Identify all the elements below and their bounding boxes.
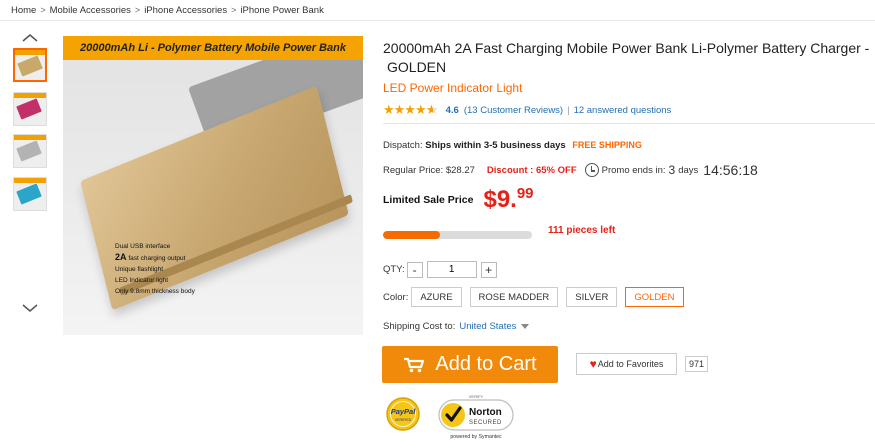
- svg-text:Norton: Norton: [469, 407, 502, 418]
- free-shipping-badge: FREE SHIPPING: [572, 140, 642, 150]
- breadcrumb-iphone-power-bank[interactable]: iPhone Power Bank: [240, 5, 323, 16]
- paypal-verified-badge: PayPal VERIFIED: [386, 397, 420, 431]
- color-label: Color:: [383, 291, 409, 303]
- stock-progress-bar: [383, 231, 532, 239]
- thumbnail-scroll-down-button[interactable]: [10, 300, 50, 316]
- promo-days-label: days: [678, 164, 699, 176]
- caret-down-icon[interactable]: [521, 324, 530, 329]
- product-title: 20000mAh 2A Fast Charging Mobile Power B…: [383, 39, 875, 77]
- regular-price: Regular Price: $28.27: [383, 164, 475, 176]
- dispatch-value: Ships within 3-5 business days: [425, 140, 566, 151]
- product-title-line2: GOLDEN: [387, 59, 447, 75]
- price-row: Regular Price: $28.27 Discount : 65% OFF…: [383, 162, 758, 178]
- quantity-row: QTY: - +: [383, 261, 497, 278]
- image-feature-list: Dual USB interface 2A fast charging outp…: [115, 241, 195, 297]
- breadcrumb-iphone-accessories[interactable]: iPhone Accessories: [144, 5, 227, 16]
- promo-timer: 14:56:18: [703, 162, 758, 178]
- image-feature: Dual USB interface: [115, 243, 171, 250]
- main-product-image[interactable]: 20000mAh Li - Polymer Battery Mobile Pow…: [63, 36, 363, 335]
- heart-icon: ♥: [589, 357, 597, 371]
- thumbnail-golden[interactable]: [13, 48, 47, 82]
- sale-price: $9.99: [483, 185, 534, 213]
- image-feature: Unique flashlight: [115, 266, 164, 273]
- rating-row: ★★★★★★ 4.6 (13 Customer Reviews) | 12 an…: [383, 102, 671, 118]
- color-option-rose-madder[interactable]: ROSE MADDER: [469, 287, 559, 307]
- breadcrumb: Home > Mobile Accessories > iPhone Accessori…: [11, 5, 324, 16]
- sale-price-row: Limited Sale Price $9.99: [383, 185, 534, 214]
- color-selector: Color: AZURE ROSE MADDER SILVER GOLDEN: [383, 287, 692, 307]
- promo-label: Promo ends in:: [601, 164, 666, 176]
- svg-text:powered by Symantec: powered by Symantec: [450, 434, 502, 440]
- section-divider: [383, 123, 875, 124]
- breadcrumb-separator: >: [231, 5, 237, 15]
- breadcrumb-separator: >: [134, 5, 141, 15]
- quantity-decrease-button[interactable]: -: [406, 261, 423, 278]
- shipping-row: Shipping Cost to: United States: [383, 321, 530, 332]
- svg-text:SECURED: SECURED: [469, 420, 502, 426]
- thumbnail-gallery: [10, 30, 50, 312]
- promo-days: 3: [668, 163, 676, 177]
- thumbnail-azure[interactable]: [13, 177, 47, 211]
- favorites-count: 971: [685, 356, 709, 372]
- star-rating-icon: ★★★★★★: [383, 102, 438, 117]
- add-to-cart-button[interactable]: Add to Cart: [382, 346, 558, 383]
- add-to-cart-label: Add to Cart: [435, 353, 537, 375]
- shipping-country-dropdown[interactable]: United States: [459, 321, 516, 332]
- quantity-increase-button[interactable]: +: [480, 261, 497, 278]
- color-option-silver[interactable]: SILVER: [566, 287, 618, 307]
- customer-reviews-link[interactable]: (13 Customer Reviews): [464, 105, 563, 116]
- stock-progress-fill: [383, 231, 440, 239]
- color-option-azure[interactable]: AZURE: [411, 287, 462, 307]
- thumbnail-silver[interactable]: [13, 134, 47, 168]
- thumbnail-rose-madder[interactable]: [13, 92, 47, 126]
- color-option-golden[interactable]: GOLDEN: [625, 287, 684, 307]
- image-header-banner: 20000mAh Li - Polymer Battery Mobile Pow…: [63, 36, 363, 60]
- svg-text:VERIFIED: VERIFIED: [395, 418, 412, 422]
- image-feature: LED Indicator light: [115, 277, 169, 284]
- sale-price-cents: 99: [516, 185, 534, 202]
- rating-value: 4.6: [445, 104, 459, 116]
- quantity-input[interactable]: [426, 261, 477, 278]
- clock-icon: [584, 163, 599, 177]
- discount-label: Discount : 65% OFF: [486, 164, 577, 176]
- answered-questions-link[interactable]: 12 answered questions: [574, 105, 672, 116]
- image-feature: Only 9.8mm thickness body: [115, 288, 195, 295]
- add-to-favorites-label: Add to Favorites: [597, 359, 664, 369]
- quantity-label: QTY:: [383, 264, 405, 275]
- dispatch-label: Dispatch:: [383, 140, 423, 151]
- breadcrumb-home[interactable]: Home: [11, 5, 36, 16]
- breadcrumb-mobile-accessories[interactable]: Mobile Accessories: [50, 5, 131, 16]
- pieces-left: 111 pieces left: [548, 225, 616, 236]
- chevron-down-icon: [22, 304, 38, 312]
- chevron-up-icon: [22, 34, 38, 42]
- shipping-label: Shipping Cost to:: [383, 321, 456, 332]
- add-to-favorites-button[interactable]: ♥ Add to Favorites: [576, 353, 677, 375]
- breadcrumb-separator: >: [40, 5, 46, 15]
- thumbnail-scroll-up-button[interactable]: [10, 30, 50, 46]
- sale-price-label: Limited Sale Price: [383, 193, 474, 206]
- dispatch-info: Dispatch: Ships within 3-5 business days…: [383, 140, 642, 151]
- image-feature: 2A fast charging output: [115, 252, 186, 262]
- shopping-cart-icon: [404, 357, 425, 372]
- norton-secured-badge: VERIFY Norton SECURED powered by Symante…: [438, 394, 514, 440]
- product-subtitle: LED Power Indicator Light: [383, 81, 523, 95]
- svg-text:VERIFY: VERIFY: [469, 394, 484, 399]
- svg-text:PayPal: PayPal: [391, 407, 417, 416]
- product-title-line1: 20000mAh 2A Fast Charging Mobile Power B…: [383, 40, 870, 56]
- rating-divider: |: [567, 104, 570, 116]
- breadcrumb-divider: [0, 20, 875, 21]
